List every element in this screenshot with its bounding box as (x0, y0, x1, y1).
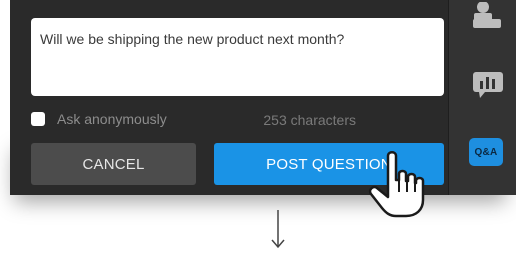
qa-icon[interactable]: Q&A (469, 138, 503, 166)
hand-pointer-icon (368, 151, 425, 218)
cancel-button[interactable]: CANCEL (31, 143, 196, 185)
down-arrow-icon (271, 210, 285, 249)
anonymous-option[interactable]: Ask anonymously (31, 111, 167, 127)
people-icon[interactable] (473, 2, 501, 28)
qa-badge-label: Q&A (474, 146, 498, 158)
character-count: 253 characters (263, 112, 356, 128)
anonymous-checkbox[interactable] (31, 112, 45, 126)
chart-icon[interactable] (473, 72, 503, 98)
side-rail: Q&A (448, 0, 516, 195)
anonymous-label: Ask anonymously (57, 111, 167, 127)
question-input[interactable]: Will we be shipping the new product next… (31, 18, 444, 96)
